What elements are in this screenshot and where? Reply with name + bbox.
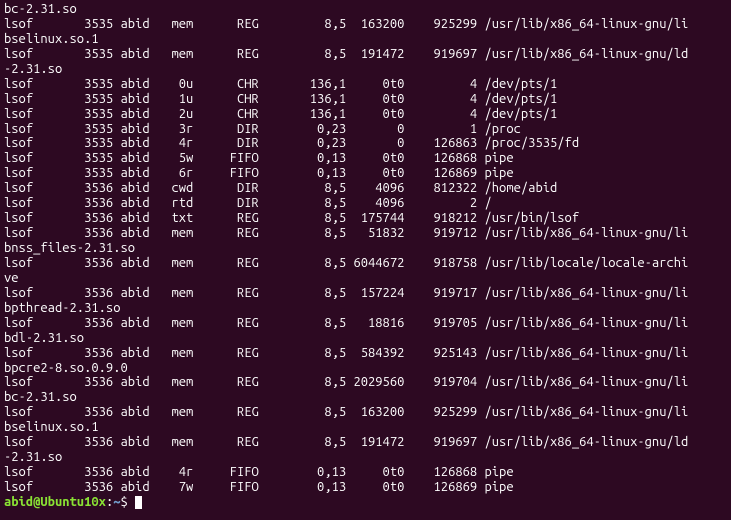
terminal-output: bc-2.31.solsof 3535 abid mem REG 8,5 163… (4, 2, 727, 495)
output-row: lsof 3536 abid cwd DIR 8,5 4096 812322 /… (4, 181, 727, 196)
output-row: lsof 3536 abid mem REG 8,5 191472 919697… (4, 435, 727, 450)
output-row: lsof 3535 abid 0u CHR 136,1 0t0 4 /dev/p… (4, 77, 727, 92)
output-row: lsof 3536 abid txt REG 8,5 175744 918212… (4, 211, 727, 226)
output-wrap: bc-2.31.so (4, 2, 727, 17)
cursor (135, 496, 142, 509)
prompt-path: ~ (113, 495, 120, 509)
output-wrap: bnss_files-2.31.so (4, 241, 727, 256)
output-row: lsof 3535 abid 4r DIR 0,23 0 126863 /pro… (4, 136, 727, 151)
output-wrap: bselinux.so.1 (4, 32, 727, 47)
prompt-host: Ubuntu10x (40, 495, 106, 509)
output-row: lsof 3535 abid mem REG 8,5 191472 919697… (4, 47, 727, 62)
output-wrap: -2.31.so (4, 450, 727, 465)
output-row: lsof 3536 abid mem REG 8,5 584392 925143… (4, 346, 727, 361)
output-row: lsof 3536 abid 4r FIFO 0,13 0t0 126868 p… (4, 465, 727, 480)
output-row: lsof 3536 abid 7w FIFO 0,13 0t0 126869 p… (4, 480, 727, 495)
output-row: lsof 3535 abid 3r DIR 0,23 0 1 /proc (4, 122, 727, 137)
output-row: lsof 3536 abid mem REG 8,5 18816 919705 … (4, 316, 727, 331)
output-row: lsof 3535 abid 5w FIFO 0,13 0t0 126868 p… (4, 151, 727, 166)
output-wrap: -2.31.so (4, 62, 727, 77)
output-row: lsof 3536 abid mem REG 8,5 6044672 91875… (4, 256, 727, 271)
output-row: lsof 3536 abid mem REG 8,5 163200 925299… (4, 405, 727, 420)
output-row: lsof 3535 abid 6r FIFO 0,13 0t0 126869 p… (4, 166, 727, 181)
output-row: lsof 3535 abid 1u CHR 136,1 0t0 4 /dev/p… (4, 92, 727, 107)
output-wrap: bdl-2.31.so (4, 331, 727, 346)
prompt-user: abid (4, 495, 33, 509)
prompt-symbol: $ (121, 495, 128, 509)
output-wrap: bselinux.so.1 (4, 420, 727, 435)
output-wrap: ve (4, 271, 727, 286)
prompt-line[interactable]: abid@Ubuntu10x:~$ (4, 495, 727, 510)
output-wrap: bpthread-2.31.so (4, 301, 727, 316)
output-row: lsof 3536 abid rtd DIR 8,5 4096 2 / (4, 196, 727, 211)
output-row: lsof 3535 abid mem REG 8,5 163200 925299… (4, 17, 727, 32)
output-row: lsof 3536 abid mem REG 8,5 51832 919712 … (4, 226, 727, 241)
output-row: lsof 3535 abid 2u CHR 136,1 0t0 4 /dev/p… (4, 107, 727, 122)
output-row: lsof 3536 abid mem REG 8,5 157224 919717… (4, 286, 727, 301)
output-row: lsof 3536 abid mem REG 8,5 2029560 91970… (4, 375, 727, 390)
output-wrap: bpcre2-8.so.0.9.0 (4, 361, 727, 376)
output-wrap: bc-2.31.so (4, 390, 727, 405)
